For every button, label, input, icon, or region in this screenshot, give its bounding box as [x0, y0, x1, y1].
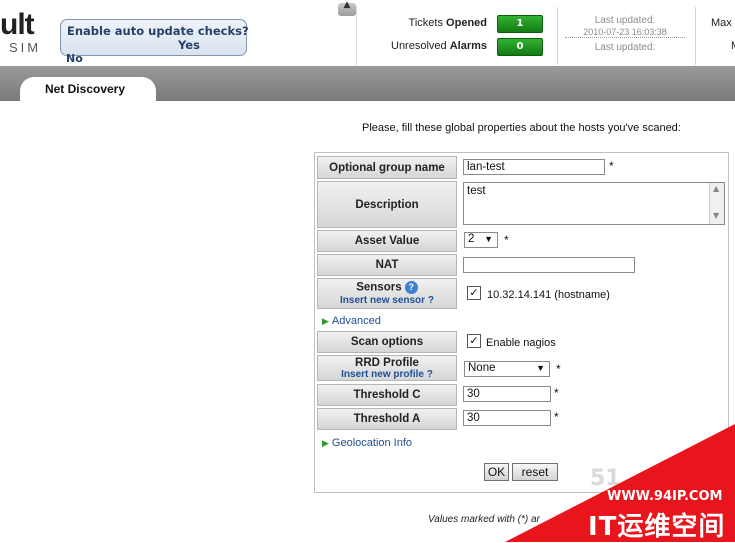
threshold-c-label: Threshold C — [317, 384, 457, 406]
required-marker: * — [556, 362, 561, 376]
logo-subtext: SIM — [9, 40, 42, 55]
auto-update-prompt: Enable auto update checks? Yes — [60, 19, 249, 56]
threshold-a-label: Threshold A — [317, 408, 457, 430]
auto-update-yes-button[interactable]: Yes — [178, 38, 200, 52]
required-fields-note: Values marked with (*) ar — [428, 514, 540, 525]
asset-value-label: Asset Value — [317, 230, 457, 252]
divider — [557, 7, 558, 65]
enable-nagios-checkbox[interactable]: ✓ — [467, 334, 481, 348]
description-value: test — [467, 185, 486, 197]
last-updated-label: Last updated: — [594, 15, 656, 26]
watermark-name: IT运维空间 — [588, 512, 726, 542]
collapse-header-button[interactable]: ▲ — [338, 0, 356, 16]
insert-profile-link[interactable]: Insert new profile ? — [341, 369, 433, 380]
scan-options-label: Scan options — [317, 331, 457, 353]
chevron-down-icon: ▼ — [536, 363, 545, 373]
scroll-down-icon[interactable]: ▼ — [713, 211, 719, 220]
watermark-digits: 51 — [590, 466, 621, 491]
watermark-url: WWW.94IP.COM — [607, 489, 723, 504]
reset-button[interactable]: reset — [512, 463, 558, 481]
required-marker: * — [504, 233, 509, 247]
up-arrow-icon: ▲ — [343, 0, 351, 10]
max-label: Max — [711, 17, 732, 29]
scroll-up-icon[interactable]: ▲ — [713, 184, 719, 193]
description-label: Description — [317, 181, 457, 228]
triangle-right-icon: ▶ — [322, 316, 329, 326]
divider — [695, 7, 696, 65]
rrd-profile-label: RRD Profile Insert new profile ? — [317, 355, 457, 381]
sensors-label: Sensors ? Insert new sensor ? — [317, 278, 457, 309]
logo-text: ult — [0, 8, 35, 41]
insert-sensor-link[interactable]: Insert new sensor ? — [340, 295, 434, 306]
threshold-a-input[interactable] — [463, 410, 551, 426]
nat-input[interactable] — [463, 257, 635, 273]
auto-update-no-button[interactable]: No — [66, 52, 83, 65]
tab-label: Net Discovery — [44, 82, 126, 96]
form-intro-text: Please, fill these global properties abo… — [362, 122, 681, 134]
last-updated-date: 2010-07-23 16:03:38 — [565, 27, 685, 38]
sensor-item-label: 10.32.14.141 (hostname) — [487, 289, 610, 301]
asset-value-selected: 2 — [468, 233, 475, 245]
tickets-opened-count[interactable]: 1 — [497, 15, 543, 33]
enable-nagios-label: Enable nagios — [486, 337, 556, 349]
required-marker: * — [554, 410, 559, 424]
triangle-right-icon: ▶ — [322, 438, 329, 448]
help-icon[interactable]: ? — [404, 281, 418, 294]
auto-update-question: Enable auto update checks? — [67, 24, 249, 38]
rrd-profile-select[interactable]: None ▼ — [464, 361, 550, 377]
advanced-link[interactable]: ▶ Advanced — [322, 315, 381, 327]
group-name-label: Optional group name — [317, 156, 457, 179]
max-value: M — [731, 40, 735, 52]
tab-net-discovery[interactable]: Net Discovery — [20, 77, 156, 101]
description-textarea[interactable]: test ▲ ▼ — [463, 182, 725, 225]
asset-value-select[interactable]: 2 ▼ — [464, 232, 498, 248]
last-updated-label-2: Last updated: — [594, 42, 656, 53]
unresolved-alarms-label: Unresolved Alarms — [391, 40, 487, 52]
top-header: ult SIM Enable auto update checks? Yes N… — [0, 0, 735, 66]
chevron-down-icon: ▼ — [484, 234, 493, 244]
tickets-opened-label: Tickets Opened — [408, 17, 487, 29]
geolocation-link[interactable]: ▶ Geolocation Info — [322, 437, 412, 449]
required-marker: * — [554, 386, 559, 400]
description-scrollbar[interactable]: ▲ ▼ — [709, 183, 724, 224]
threshold-c-input[interactable] — [463, 386, 551, 402]
unresolved-alarms-count[interactable]: 0 — [497, 38, 543, 56]
sensor-checkbox[interactable]: ✓ — [467, 286, 481, 300]
stats-panel: Tickets Opened 1 Unresolved Alarms 0 Las… — [356, 5, 735, 66]
nat-label: NAT — [317, 254, 457, 276]
group-name-input[interactable] — [463, 159, 605, 175]
rrd-profile-selected: None — [468, 362, 496, 374]
required-marker: * — [609, 159, 614, 173]
ok-button[interactable]: OK — [484, 463, 509, 481]
